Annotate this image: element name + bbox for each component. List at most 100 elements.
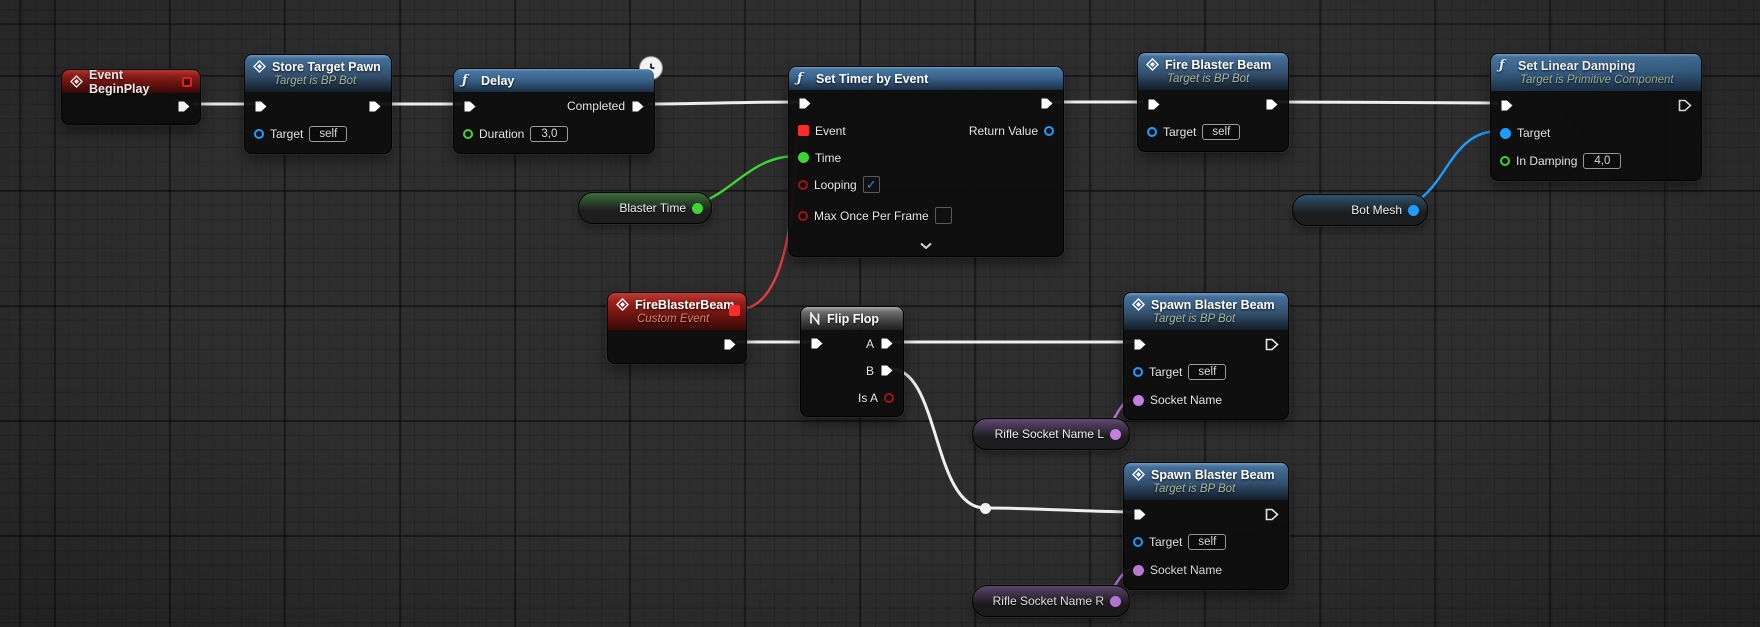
pin-label: Looping: [814, 178, 857, 192]
variable-node-bot-mesh[interactable]: Bot Mesh: [1292, 194, 1428, 226]
pin-label: A: [866, 337, 874, 351]
node-delay[interactable]: ƒ Delay Completed Duration 3,0: [453, 68, 655, 154]
node-subtitle: Custom Event: [637, 313, 738, 326]
target-value-field[interactable]: self: [1202, 124, 1240, 140]
exec-out-pin[interactable]: [1265, 508, 1279, 521]
exec-in-pin[interactable]: [1133, 508, 1147, 521]
pin-label: Max Once Per Frame: [814, 209, 929, 223]
target-value-field[interactable]: self: [1188, 534, 1226, 550]
node-store-target-pawn[interactable]: Store Target Pawn Target is BP Bot Targe…: [244, 54, 392, 154]
target-pin[interactable]: [1500, 128, 1511, 139]
variable-label: Rifle Socket Name R: [993, 594, 1104, 608]
exec-out-pin[interactable]: [1040, 97, 1054, 110]
rifle-socket-l-out-pin[interactable]: [1110, 429, 1121, 440]
event-diamond-icon: [1132, 468, 1145, 481]
exec-out-pin[interactable]: [723, 338, 737, 351]
time-pin[interactable]: [798, 152, 809, 163]
pin-label: Target: [270, 127, 303, 141]
max-once-pin[interactable]: [798, 211, 808, 221]
target-value-field[interactable]: self: [1188, 364, 1226, 380]
node-fire-blaster-beam[interactable]: Fire Blaster Beam Target is BP Bot Targe…: [1137, 52, 1289, 152]
exec-in-pin[interactable]: [1133, 338, 1147, 351]
target-value-field[interactable]: self: [309, 126, 347, 142]
exec-in-pin[interactable]: [1147, 98, 1161, 111]
exec-in-pin[interactable]: [254, 100, 268, 113]
delegate-pin[interactable]: [182, 77, 192, 87]
pin-label: Socket Name: [1150, 563, 1222, 577]
pin-label: Target: [1163, 125, 1196, 139]
rifle-socket-r-out-pin[interactable]: [1110, 596, 1121, 607]
in-damping-value-field[interactable]: 4,0: [1583, 153, 1621, 169]
node-set-timer-by-event[interactable]: ƒ Set Timer by Event Event Return Value …: [788, 66, 1064, 257]
node-fireblasterbeam-custom-event[interactable]: FireBlasterBeam Custom Event: [607, 292, 747, 364]
variable-label: Bot Mesh: [1351, 203, 1402, 217]
is-a-pin[interactable]: [884, 393, 894, 403]
blaster-time-out-pin[interactable]: [692, 203, 703, 214]
node-title: FireBlasterBeam: [635, 298, 734, 312]
variable-label: Rifle Socket Name L: [995, 427, 1104, 441]
node-flip-flop[interactable]: Flip Flop A B Is A: [800, 306, 904, 417]
variable-node-blaster-time[interactable]: Blaster Time: [578, 192, 712, 224]
exec-in-pin[interactable]: [798, 97, 812, 110]
pin-label: Duration: [479, 127, 524, 141]
pin-label: Target: [1149, 365, 1182, 379]
node-title: Fire Blaster Beam: [1165, 58, 1271, 72]
node-spawn-blaster-beam-bottom[interactable]: Spawn Blaster Beam Target is BP Bot Targ…: [1123, 462, 1289, 590]
event-delegate-pin[interactable]: [798, 125, 809, 136]
wire-firebeam-to-damping: [1278, 102, 1498, 103]
node-subtitle: Target is BP Bot: [274, 75, 383, 88]
node-set-linear-damping[interactable]: ƒ Set Linear Damping Target is Primitive…: [1490, 53, 1702, 181]
expand-advanced-pins-chevron[interactable]: [919, 239, 933, 253]
pin-label: Completed: [567, 99, 625, 113]
completed-exec-out-pin[interactable]: [631, 100, 645, 113]
node-subtitle: Target is BP Bot: [1167, 73, 1280, 86]
event-diamond-icon: [1132, 298, 1145, 311]
variable-label: Blaster Time: [619, 201, 686, 215]
function-icon: ƒ: [462, 73, 475, 88]
event-diamond-icon: [616, 298, 629, 311]
looping-checkbox[interactable]: ✓: [863, 176, 880, 193]
max-once-checkbox[interactable]: [935, 207, 952, 224]
duration-pin[interactable]: [463, 129, 473, 139]
node-title: Set Linear Damping: [1518, 59, 1635, 73]
exec-out-pin[interactable]: [1265, 338, 1279, 351]
pin-label: Is A: [858, 391, 878, 405]
pin-label: Time: [815, 151, 841, 165]
looping-pin[interactable]: [798, 180, 808, 190]
target-pin[interactable]: [1133, 537, 1143, 547]
exec-out-pin[interactable]: [1678, 99, 1692, 112]
exec-in-pin[interactable]: [1500, 99, 1514, 112]
target-pin[interactable]: [254, 129, 264, 139]
variable-node-rifle-socket-name-l[interactable]: Rifle Socket Name L: [972, 418, 1130, 450]
socket-name-pin[interactable]: [1133, 395, 1144, 406]
variable-node-rifle-socket-name-r[interactable]: Rifle Socket Name R: [972, 585, 1130, 617]
pin-label: Socket Name: [1150, 393, 1222, 407]
node-subtitle: Target is Primitive Component: [1520, 74, 1693, 87]
node-title: Flip Flop: [827, 312, 879, 326]
return-value-pin[interactable]: [1044, 126, 1054, 136]
bot-mesh-out-pin[interactable]: [1408, 205, 1419, 216]
socket-name-pin[interactable]: [1133, 565, 1144, 576]
delegate-out-pin[interactable]: [729, 305, 740, 316]
exec-in-pin[interactable]: [463, 100, 477, 113]
a-exec-out-pin[interactable]: [880, 337, 894, 350]
reroute-node[interactable]: [980, 503, 991, 514]
wire-delay-to-settimer: [648, 102, 798, 104]
exec-out-pin[interactable]: [368, 100, 382, 113]
node-event-beginplay[interactable]: Event BeginPlay: [61, 69, 201, 125]
exec-out-pin[interactable]: [1265, 98, 1279, 111]
target-pin[interactable]: [1147, 127, 1157, 137]
duration-value-field[interactable]: 3,0: [530, 126, 568, 142]
pin-label: Target: [1149, 535, 1182, 549]
in-damping-pin[interactable]: [1500, 156, 1510, 166]
node-title: Store Target Pawn: [272, 60, 381, 74]
macro-icon: [809, 312, 821, 325]
target-pin[interactable]: [1133, 367, 1143, 377]
pin-label: Event: [815, 124, 846, 138]
blueprint-graph-canvas[interactable]: Event BeginPlay Store Target Pawn Target…: [0, 0, 1760, 627]
node-title: Spawn Blaster Beam: [1151, 468, 1275, 482]
node-spawn-blaster-beam-top[interactable]: Spawn Blaster Beam Target is BP Bot Targ…: [1123, 292, 1289, 420]
exec-out-pin[interactable]: [177, 100, 191, 113]
exec-in-pin[interactable]: [810, 337, 824, 350]
b-exec-out-pin[interactable]: [880, 364, 894, 377]
